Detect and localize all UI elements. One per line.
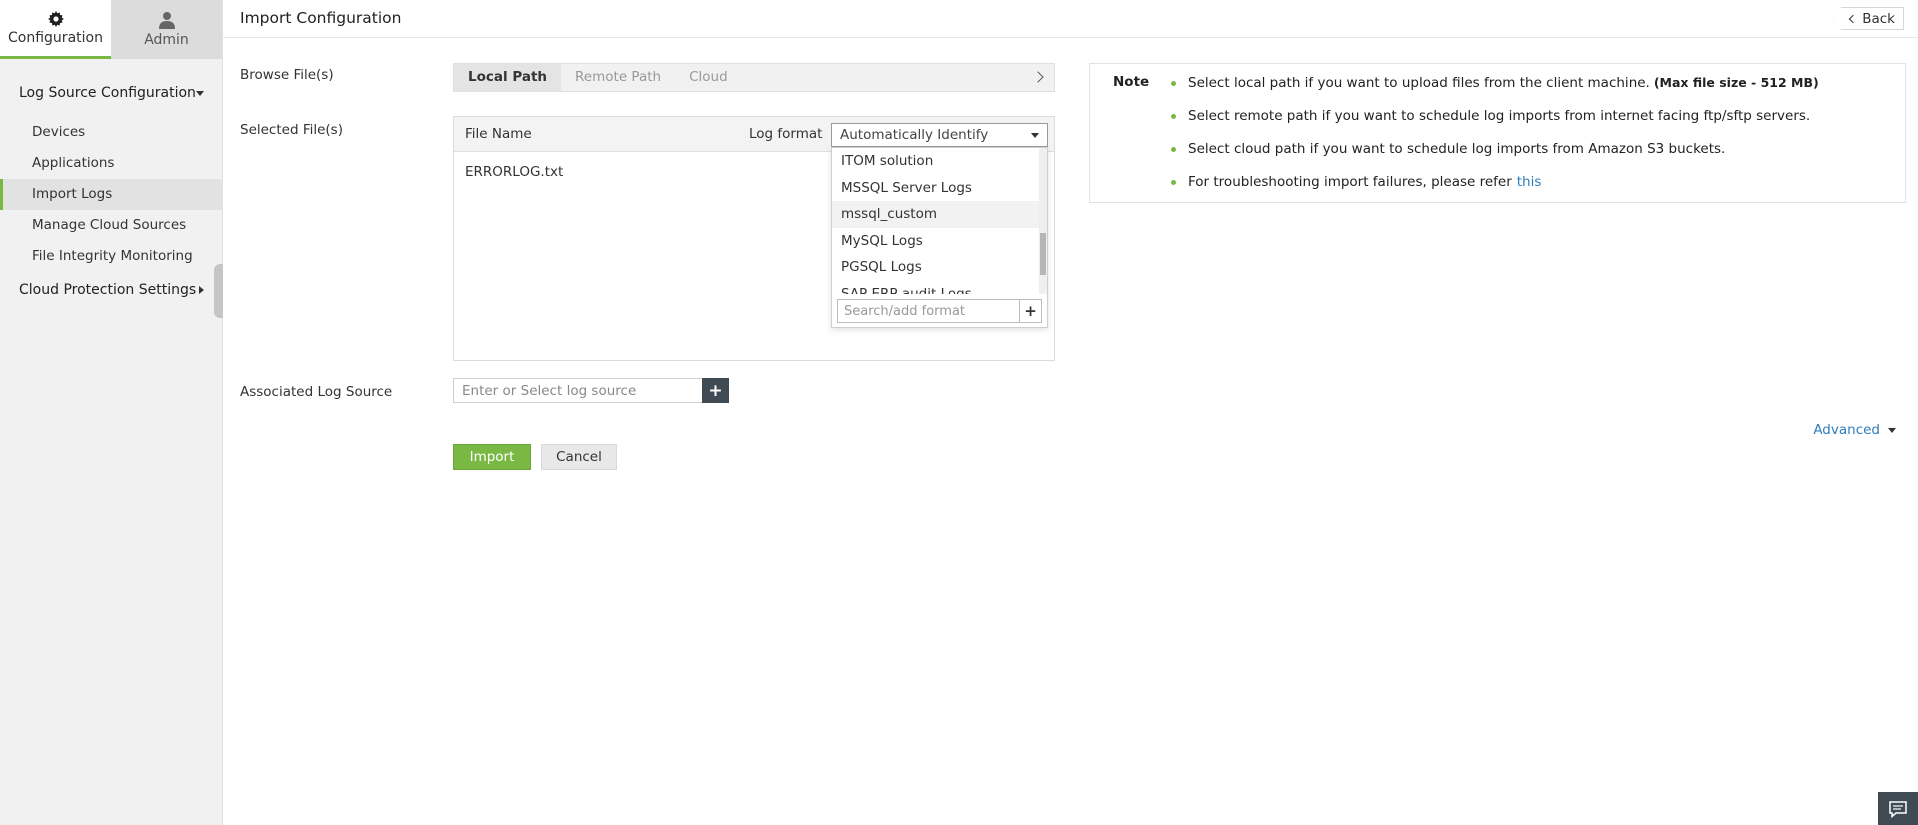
sidebar-item-file-integrity-monitoring[interactable]: File Integrity Monitoring bbox=[0, 241, 222, 272]
tab-cloud[interactable]: Cloud bbox=[675, 64, 742, 91]
top-tabs: Configuration Admin bbox=[0, 0, 222, 59]
user-icon bbox=[158, 12, 175, 29]
bullet-icon bbox=[1171, 114, 1176, 119]
log-format-header: Log format bbox=[749, 126, 823, 142]
add-log-source-button[interactable]: + bbox=[702, 378, 729, 403]
bullet-icon bbox=[1171, 147, 1176, 152]
sidebar-collapse-handle[interactable] bbox=[214, 264, 223, 318]
option-mssql-server-logs[interactable]: MSSQL Server Logs bbox=[832, 175, 1047, 202]
page-title: Import Configuration bbox=[240, 9, 402, 27]
advanced-label: Advanced bbox=[1813, 422, 1880, 438]
note-max-size: (Max file size - 512 MB) bbox=[1653, 75, 1819, 90]
app-root: Configuration Admin Log Source Configura… bbox=[0, 0, 1918, 825]
plus-icon: + bbox=[708, 380, 723, 401]
selected-files-label: Selected File(s) bbox=[240, 122, 343, 138]
note-list: Select local path if you want to upload … bbox=[1171, 75, 1819, 207]
note-item: Select remote path if you want to schedu… bbox=[1171, 108, 1819, 141]
chevron-left-icon bbox=[1848, 14, 1858, 23]
dropdown-scrollbar[interactable] bbox=[1039, 148, 1047, 294]
troubleshooting-link[interactable]: this bbox=[1517, 174, 1542, 190]
note-item: For troubleshooting import failures, ple… bbox=[1171, 174, 1819, 207]
sidebar-group-cloud-protection-settings[interactable]: Cloud Protection Settings bbox=[0, 280, 222, 300]
tab-remote-path[interactable]: Remote Path bbox=[561, 64, 675, 91]
chat-button[interactable] bbox=[1878, 792, 1918, 825]
log-format-select[interactable]: Automatically Identify bbox=[831, 123, 1048, 147]
log-format-dropdown: ITOM solution MSSQL Server Logs mssql_cu… bbox=[831, 147, 1048, 328]
cancel-button[interactable]: Cancel bbox=[541, 444, 617, 470]
log-format-options: ITOM solution MSSQL Server Logs mssql_cu… bbox=[832, 148, 1047, 294]
chevron-down-icon bbox=[1888, 427, 1896, 433]
note-text: For troubleshooting import failures, ple… bbox=[1188, 174, 1512, 190]
tab-configuration-label: Configuration bbox=[8, 29, 103, 46]
tab-configuration[interactable]: Configuration bbox=[0, 0, 111, 59]
note-item: Select local path if you want to upload … bbox=[1171, 75, 1819, 108]
sidebar-item-manage-cloud-sources[interactable]: Manage Cloud Sources bbox=[0, 210, 222, 241]
associated-log-source-label: Associated Log Source bbox=[240, 384, 393, 400]
chevron-right-icon[interactable] bbox=[1032, 71, 1044, 83]
file-name-header: File Name bbox=[465, 126, 532, 142]
bullet-icon bbox=[1171, 81, 1176, 86]
page-header: Import Configuration Back bbox=[223, 0, 1918, 38]
sidebar: Configuration Admin Log Source Configura… bbox=[0, 0, 223, 825]
bullet-icon bbox=[1171, 180, 1176, 185]
option-mysql-logs[interactable]: MySQL Logs bbox=[832, 228, 1047, 255]
import-button[interactable]: Import bbox=[453, 444, 531, 470]
dropdown-scrollbar-thumb[interactable] bbox=[1040, 233, 1046, 275]
sidebar-group-label: Log Source Configuration bbox=[19, 85, 196, 101]
note-item: Select cloud path if you want to schedul… bbox=[1171, 141, 1819, 174]
sidebar-nav: Log Source Configuration Devices Applica… bbox=[0, 59, 222, 300]
back-button[interactable]: Back bbox=[1833, 7, 1904, 30]
note-text: Select cloud path if you want to schedul… bbox=[1188, 141, 1726, 157]
browse-files-label: Browse File(s) bbox=[240, 67, 334, 83]
tab-admin[interactable]: Admin bbox=[111, 0, 222, 59]
option-sap-erp-audit-logs[interactable]: SAP ERP audit Logs bbox=[832, 281, 1047, 295]
format-search-input[interactable] bbox=[838, 300, 1019, 322]
plus-icon: + bbox=[1024, 302, 1037, 320]
back-button-label: Back bbox=[1862, 10, 1895, 27]
log-source-field bbox=[453, 378, 703, 403]
log-format-value: Automatically Identify bbox=[840, 127, 989, 143]
sidebar-group-label: Cloud Protection Settings bbox=[19, 282, 197, 298]
file-row: ERRORLOG.txt bbox=[465, 164, 564, 180]
option-mssql-custom[interactable]: mssql_custom bbox=[832, 201, 1047, 228]
path-tabs: Local Path Remote Path Cloud bbox=[453, 63, 1055, 92]
sidebar-group-log-source-configuration[interactable]: Log Source Configuration bbox=[0, 83, 222, 103]
chevron-down-icon bbox=[196, 90, 204, 96]
log-source-input[interactable] bbox=[454, 379, 702, 402]
format-search-box: + bbox=[837, 299, 1042, 323]
note-title: Note bbox=[1113, 74, 1150, 90]
tab-admin-label: Admin bbox=[144, 32, 189, 48]
sidebar-item-devices[interactable]: Devices bbox=[0, 117, 222, 148]
advanced-toggle[interactable]: Advanced bbox=[1813, 422, 1896, 438]
chevron-right-icon bbox=[199, 286, 204, 294]
chat-icon bbox=[1889, 800, 1907, 818]
tab-local-path[interactable]: Local Path bbox=[454, 64, 562, 91]
sidebar-items: Devices Applications Import Logs Manage … bbox=[0, 117, 222, 272]
option-itom-solution[interactable]: ITOM solution bbox=[832, 148, 1047, 175]
note-text: Select remote path if you want to schedu… bbox=[1188, 108, 1811, 124]
chevron-down-icon bbox=[1031, 133, 1039, 138]
note-panel: Note Select local path if you want to up… bbox=[1089, 63, 1906, 203]
gear-icon bbox=[47, 10, 64, 27]
note-text: Select local path if you want to upload … bbox=[1188, 75, 1650, 91]
option-pgsql-logs[interactable]: PGSQL Logs bbox=[832, 254, 1047, 281]
sidebar-item-import-logs[interactable]: Import Logs bbox=[0, 179, 222, 210]
add-format-button[interactable]: + bbox=[1019, 300, 1041, 322]
sidebar-item-applications[interactable]: Applications bbox=[0, 148, 222, 179]
